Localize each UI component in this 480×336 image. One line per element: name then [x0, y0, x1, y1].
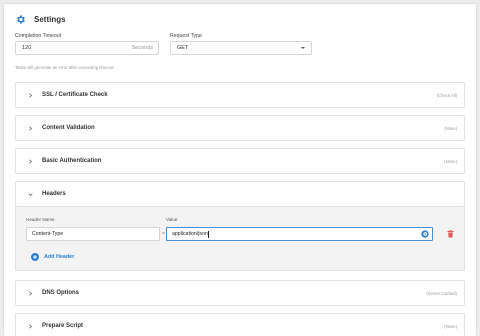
section-title: SSL / Certificate Check [42, 92, 108, 98]
section-prepare-script[interactable]: Prepare Script (None) [15, 313, 465, 336]
section-title: DNS Options [42, 290, 79, 296]
chevron-right-icon [29, 158, 33, 164]
completion-timeout-unit: Seconds [131, 45, 153, 51]
add-header-label: Add Header [44, 254, 75, 260]
section-title: Content Validation [42, 125, 95, 131]
section-title: Prepare Script [42, 323, 84, 329]
header-value-input[interactable]: application/json [166, 227, 433, 241]
chevron-right-icon [29, 125, 33, 131]
page-title: Settings [34, 15, 66, 24]
header-equals-sign: = [162, 231, 165, 237]
header-value-text: application/json [172, 231, 208, 237]
timeout-hint: Tasks will generate an error after excee… [15, 65, 115, 70]
plus-circle-icon [31, 253, 39, 261]
settings-panel: Settings Completion Timeout 120 Seconds … [4, 4, 476, 336]
section-title: Headers [42, 191, 66, 197]
chevron-down-icon [301, 47, 305, 49]
completion-timeout-input[interactable]: 120 Seconds [15, 41, 159, 55]
chevron-right-icon [29, 323, 33, 329]
add-header-button[interactable]: Add Header [31, 253, 74, 261]
section-ssl-certificate-check[interactable]: SSL / Certificate Check (Check All) [15, 82, 465, 108]
gear-icon [17, 15, 25, 24]
header-name-value: Content-Type [32, 231, 64, 237]
header-name-input[interactable]: Content-Type [26, 227, 160, 241]
chevron-right-icon [29, 92, 33, 98]
section-dns-options[interactable]: DNS Options (Server Cached) [15, 280, 465, 306]
gear-icon[interactable] [421, 230, 429, 238]
header-name-label: Header Name [26, 217, 55, 222]
request-type-label: Request Type [170, 33, 202, 39]
trash-icon[interactable] [447, 230, 454, 238]
chevron-right-icon [29, 290, 33, 296]
request-type-select[interactable]: GET [170, 41, 312, 55]
section-headers[interactable]: Headers [15, 181, 465, 207]
text-cursor [208, 230, 209, 238]
completion-timeout-value: 120 [22, 45, 32, 51]
request-type-value: GET [177, 45, 189, 51]
completion-timeout-label: Completion Timeout [15, 33, 62, 39]
section-status: (None) [444, 125, 457, 131]
section-content-validation[interactable]: Content Validation (None) [15, 115, 465, 141]
section-title: Basic Authentication [42, 158, 102, 164]
section-status: (None) [444, 323, 457, 329]
chevron-down-icon [28, 192, 33, 196]
section-basic-authentication[interactable]: Basic Authentication (None) [15, 148, 465, 174]
section-status: (Server Cached) [426, 290, 457, 296]
headers-editor: Header Name Value Content-Type = applica… [15, 207, 465, 271]
section-status: (None) [444, 158, 457, 164]
section-status: (Check All) [436, 92, 457, 98]
settings-header: Settings [15, 14, 66, 25]
header-value-label: Value [166, 217, 178, 222]
